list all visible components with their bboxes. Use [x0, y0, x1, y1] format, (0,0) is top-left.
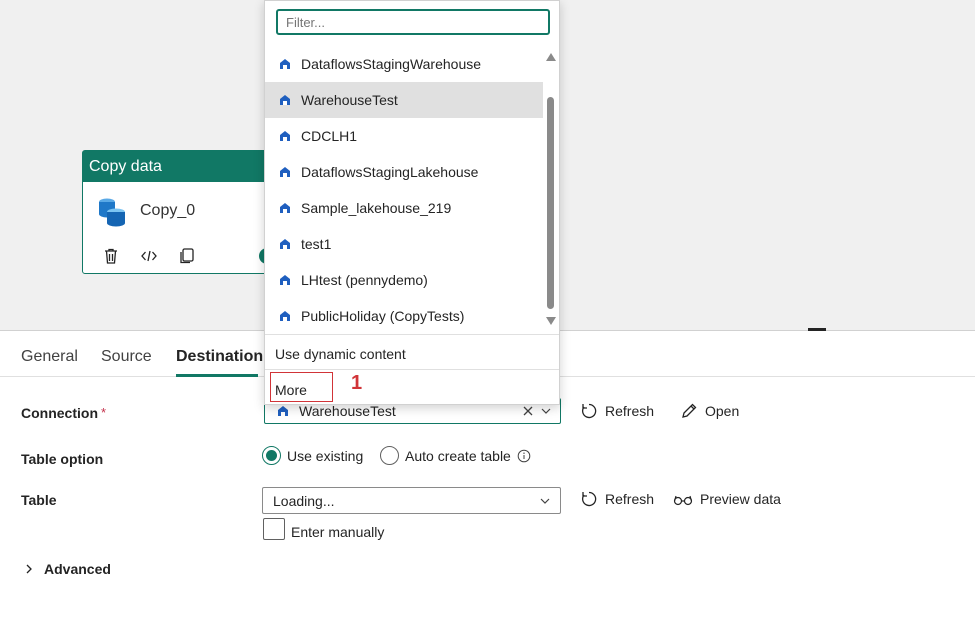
connection-dropdown[interactable]: DataflowsStagingWarehouse WarehouseTest … — [264, 0, 560, 405]
warehouse-icon — [280, 59, 290, 69]
database-copy-icon — [99, 198, 125, 227]
connection-value: WarehouseTest — [299, 403, 396, 419]
list-item-label: DataflowsStagingWarehouse — [301, 56, 482, 72]
preview-data-button[interactable]: Preview data — [673, 491, 781, 507]
table-option-label: Table option — [21, 451, 104, 467]
scroll-thumb[interactable] — [547, 97, 554, 309]
info-icon[interactable] — [517, 449, 531, 463]
filter-input[interactable] — [276, 9, 550, 35]
table-select[interactable]: Loading... — [262, 487, 561, 514]
list-item-label: WarehouseTest — [301, 92, 398, 108]
radio-unchecked-indicator — [380, 446, 399, 465]
list-item[interactable]: Sample_lakehouse_219 — [265, 190, 543, 226]
refresh-label: Refresh — [605, 491, 655, 507]
list-item-label: Sample_lakehouse_219 — [301, 200, 452, 216]
table-refresh-button[interactable]: Refresh — [580, 490, 654, 508]
use-existing-radio[interactable]: Use existing — [262, 446, 363, 465]
radio-checked-indicator — [262, 446, 281, 465]
open-button[interactable]: Open — [680, 402, 739, 420]
lakehouse-icon — [280, 239, 290, 249]
list-item[interactable]: DataflowsStagingWarehouse — [265, 46, 543, 82]
chevron-down-icon[interactable] — [540, 405, 552, 417]
list-item-label: PublicHoliday (CopyTests) — [301, 308, 465, 324]
auto-create-radio[interactable]: Auto create table — [380, 446, 531, 465]
list-item-label: CDCLH1 — [301, 128, 358, 144]
lakehouse-icon — [280, 167, 290, 177]
enter-manually-label: Enter manually — [291, 524, 385, 540]
auto-create-label: Auto create table — [405, 447, 511, 464]
refresh-icon — [581, 403, 597, 419]
more-option[interactable]: More — [270, 372, 333, 402]
checkbox-box[interactable] — [263, 518, 285, 540]
lakehouse-icon — [280, 275, 290, 285]
table-label: Table — [21, 492, 57, 508]
glasses-icon — [673, 495, 693, 506]
list-item-label: DataflowsStagingLakehouse — [301, 164, 479, 180]
advanced-toggle[interactable]: Advanced — [24, 561, 111, 577]
required-marker: * — [101, 405, 107, 420]
code-icon[interactable] — [139, 246, 159, 266]
annotation-number: 1 — [351, 372, 363, 394]
connection-label-text: Connection — [21, 405, 98, 421]
tab-destination[interactable]: Destination — [176, 348, 263, 366]
warehouse-icon — [278, 406, 288, 416]
use-existing-label: Use existing — [287, 447, 364, 464]
list-item[interactable]: PublicHoliday (CopyTests) — [265, 298, 543, 334]
chevron-down-icon[interactable] — [539, 495, 551, 507]
dropdown-divider — [265, 334, 559, 335]
list-item-label: test1 — [301, 236, 332, 252]
lakehouse-icon — [280, 131, 290, 141]
refresh-icon — [581, 491, 597, 507]
connection-refresh-button[interactable]: Refresh — [580, 402, 654, 420]
delete-icon[interactable] — [101, 246, 121, 266]
refresh-label: Refresh — [605, 403, 655, 419]
copy-data-activity[interactable]: Copy data Copy_0 — [82, 150, 282, 274]
dropdown-scrollbar[interactable] — [545, 51, 557, 329]
preview-label: Preview data — [700, 491, 781, 507]
tab-general[interactable]: General — [21, 348, 78, 366]
table-value: Loading... — [273, 492, 335, 509]
list-item-label: LHtest (pennydemo) — [301, 272, 428, 288]
list-item[interactable]: LHtest (pennydemo) — [265, 262, 543, 298]
list-item[interactable]: DataflowsStagingLakehouse — [265, 154, 543, 190]
list-item[interactable]: test1 — [265, 226, 543, 262]
open-label: Open — [705, 403, 740, 419]
connection-list: DataflowsStagingWarehouse WarehouseTest … — [265, 46, 543, 334]
lakehouse-icon — [280, 311, 290, 321]
chevron-right-icon — [26, 564, 32, 574]
clear-icon[interactable] — [522, 405, 534, 417]
dropdown-divider — [265, 369, 559, 370]
pencil-icon — [682, 403, 697, 418]
warehouse-icon — [280, 95, 290, 105]
copy-icon[interactable] — [177, 246, 197, 266]
scroll-up-arrow-icon[interactable] — [546, 53, 556, 61]
scroll-down-arrow-icon[interactable] — [546, 317, 556, 325]
use-dynamic-content-option[interactable]: Use dynamic content — [275, 346, 406, 362]
activity-name: Copy_0 — [140, 202, 196, 219]
list-item[interactable]: WarehouseTest — [265, 82, 543, 118]
connection-label: Connection * — [21, 405, 106, 421]
enter-manually-checkbox[interactable]: Enter manually — [263, 518, 384, 540]
active-tab-indicator — [176, 374, 258, 377]
tab-source[interactable]: Source — [101, 348, 152, 366]
list-item[interactable]: CDCLH1 — [265, 118, 543, 154]
lakehouse-icon — [280, 203, 290, 213]
activity-type-label: Copy data — [83, 151, 281, 182]
advanced-label: Advanced — [44, 561, 111, 577]
